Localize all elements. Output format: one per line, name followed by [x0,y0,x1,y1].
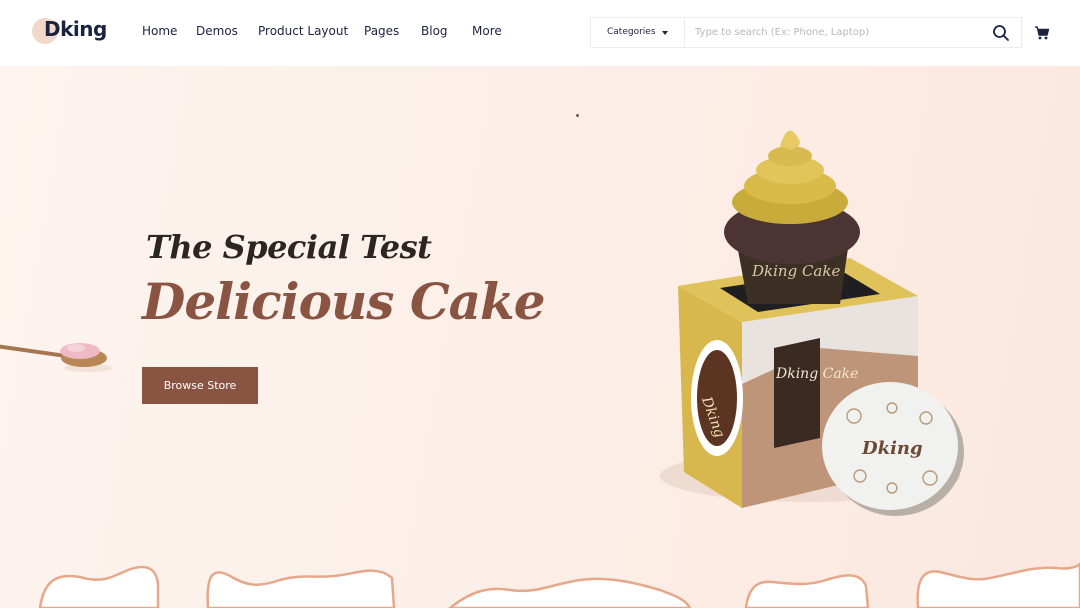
decorative-dot [576,114,579,117]
search-bar: Categories [590,17,1022,48]
logo[interactable]: Dking [32,16,112,48]
hero-subtitle: The Special Test [146,228,432,266]
spoon-illustration [0,343,112,372]
nav-item-demos[interactable]: Demos [196,24,258,38]
cake-box-illustration: Dking Dking Cake Dking Cake Dking [660,130,964,516]
coaster-label: Dking [861,438,923,459]
cart-icon[interactable] [1034,25,1050,41]
category-dropdown[interactable]: Categories [591,18,685,47]
nav-item-product-layout[interactable]: Product Layout [258,24,364,38]
site-header: Dking Home Demos Product Layout Pages Bl… [0,0,1080,66]
category-label: Categories [607,27,656,37]
search-input[interactable] [695,22,985,43]
hero-banner: The Special Test Delicious Cake Browse S… [0,66,1080,608]
hero-title: Delicious Cake [142,272,546,331]
nav-item-home[interactable]: Home [142,24,196,38]
nav-item-blog[interactable]: Blog [421,24,472,38]
logo-text: Dking [44,17,107,41]
cupcake-label: Dking Cake [751,262,840,280]
decorative-waves [38,562,1080,608]
main-nav: Home Demos Product Layout Pages Blog Mor… [142,24,512,38]
chevron-down-icon [662,31,668,35]
browse-store-button[interactable]: Browse Store [142,367,258,404]
nav-item-pages[interactable]: Pages [364,24,421,38]
search-icon[interactable] [991,23,1011,43]
nav-item-more[interactable]: More [472,24,512,38]
box-side-label: Dking Cake [775,366,858,382]
